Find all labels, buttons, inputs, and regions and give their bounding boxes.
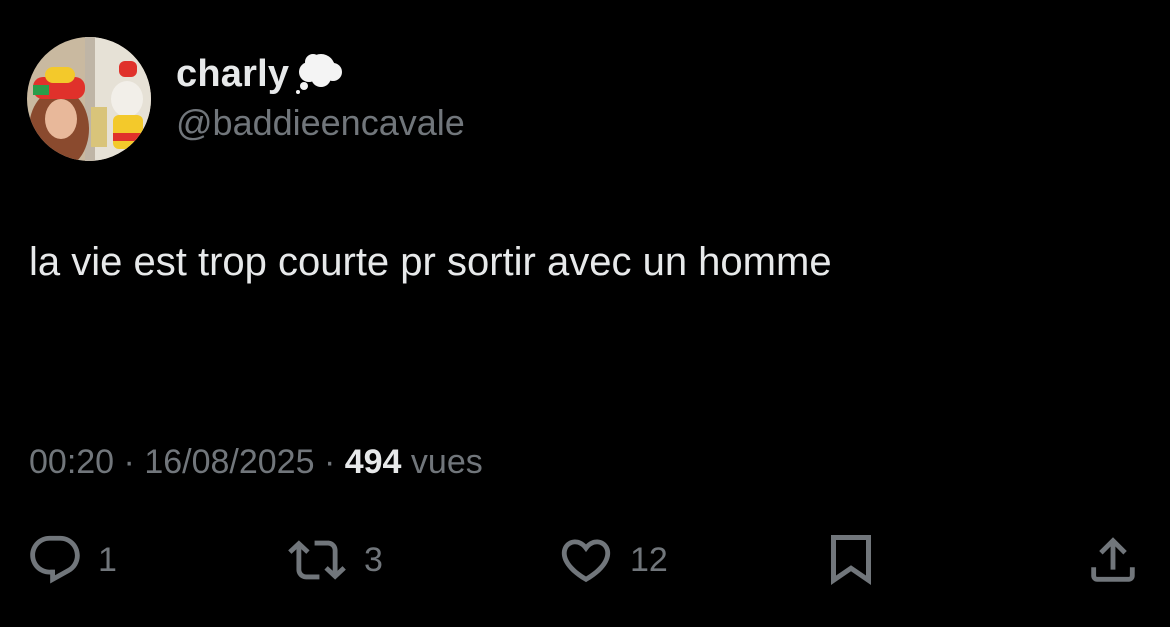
tweet-text: la vie est trop courte pr sortir avec un… bbox=[29, 240, 832, 284]
reply-icon bbox=[30, 535, 80, 584]
tweet-date[interactable]: 16/08/2025 bbox=[144, 443, 314, 481]
share-icon bbox=[1091, 537, 1135, 582]
display-name[interactable]: charly bbox=[176, 53, 289, 96]
author-block[interactable]: charly @baddieencavale bbox=[176, 50, 465, 144]
bookmark-icon bbox=[831, 535, 871, 585]
name-row: charly bbox=[176, 50, 465, 98]
like-button[interactable]: 12 bbox=[556, 530, 668, 590]
tweet-time[interactable]: 00:20 bbox=[29, 443, 114, 481]
reply-button[interactable]: 1 bbox=[26, 530, 117, 590]
avatar-image bbox=[27, 37, 151, 161]
views-label: vues bbox=[410, 443, 483, 481]
thought-balloon-icon bbox=[296, 54, 343, 94]
avatar[interactable] bbox=[27, 37, 151, 161]
retweet-icon bbox=[288, 540, 346, 580]
retweet-count: 3 bbox=[364, 540, 383, 579]
retweet-button[interactable]: 3 bbox=[284, 530, 383, 590]
meta-separator: · bbox=[323, 443, 345, 481]
share-button[interactable] bbox=[1084, 530, 1142, 590]
tweet: charly @baddieencavale la vie est trop c… bbox=[0, 0, 1170, 627]
bookmark-button[interactable] bbox=[826, 530, 876, 590]
like-count: 12 bbox=[630, 540, 668, 579]
views-count[interactable]: 494 bbox=[345, 443, 402, 481]
meta-separator: · bbox=[123, 443, 145, 481]
user-handle[interactable]: @baddieencavale bbox=[176, 102, 465, 144]
tweet-meta: 00:20 · 16/08/2025 · 494 vues bbox=[29, 443, 483, 482]
action-bar: 1 3 12 bbox=[0, 530, 1170, 590]
reply-count: 1 bbox=[98, 540, 117, 579]
heart-icon bbox=[561, 539, 611, 583]
